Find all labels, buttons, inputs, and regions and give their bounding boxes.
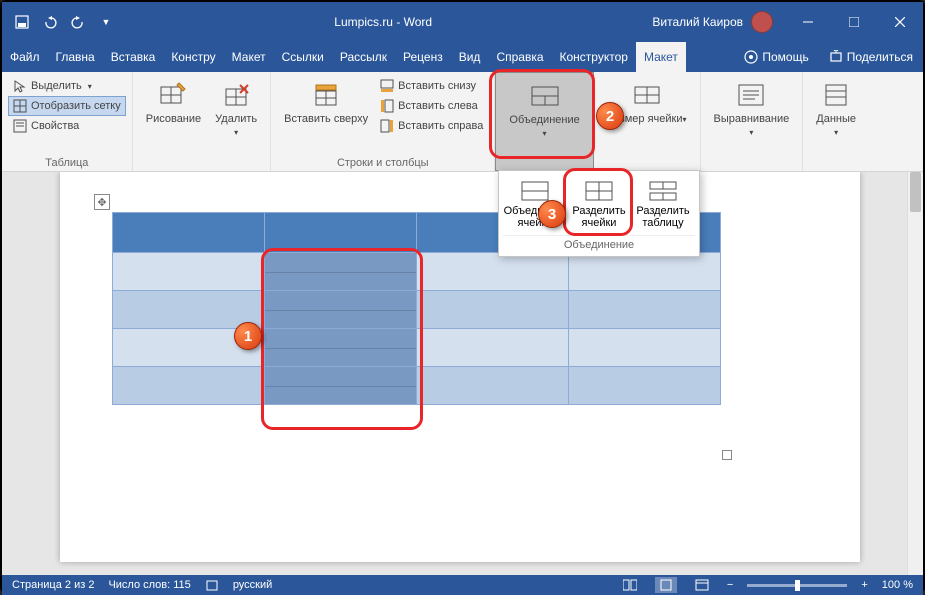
merge-dropdown-button[interactable]: Объединение▾ <box>502 77 586 154</box>
document-area: ✥ 1 <box>2 172 923 575</box>
group-data: Данные▾ <box>803 72 869 171</box>
redo-icon[interactable] <box>66 10 90 34</box>
statusbar: Страница 2 из 2 Число слов: 115 русский … <box>2 575 923 595</box>
tab-file[interactable]: Файл <box>2 42 48 72</box>
delete-button[interactable]: Удалить▾ <box>208 76 264 155</box>
zoom-slider[interactable] <box>747 584 847 587</box>
table-row <box>113 253 721 291</box>
group-draw: Рисование Удалить▾ Рисование <box>133 72 271 171</box>
tab-table-layout[interactable]: Макет <box>636 42 686 72</box>
table-resize-handle[interactable] <box>722 450 732 460</box>
titlebar: ▼ Lumpics.ru - Word Виталий Каиров <box>2 2 923 42</box>
save-icon[interactable] <box>10 10 34 34</box>
ribbon: Выделить▾ Отобразить сетку Свойства Табл… <box>2 72 923 172</box>
table-row <box>113 329 721 367</box>
read-mode-icon[interactable] <box>619 577 641 593</box>
maximize-button[interactable] <box>831 2 877 42</box>
proofing-icon[interactable] <box>205 578 219 592</box>
tab-table-design[interactable]: Конструктор <box>552 42 636 72</box>
table-row <box>113 367 721 405</box>
tab-layout[interactable]: Макет <box>224 42 274 72</box>
tab-insert[interactable]: Вставка <box>103 42 164 72</box>
insert-left-button[interactable]: Вставить слева <box>375 96 488 116</box>
table-move-handle[interactable]: ✥ <box>94 194 110 210</box>
group-alignment: Выравнивание▾ <box>701 72 804 171</box>
avatar[interactable] <box>751 11 773 33</box>
insert-right-button[interactable]: Вставить справа <box>375 116 488 136</box>
tab-view[interactable]: Вид <box>451 42 489 72</box>
qat-dropdown-icon[interactable]: ▼ <box>94 10 118 34</box>
status-language[interactable]: русский <box>233 579 272 591</box>
marker-2: 2 <box>596 102 624 130</box>
table-row <box>113 291 721 329</box>
tell-me[interactable]: Помощь <box>734 42 818 72</box>
group-table: Выделить▾ Отобразить сетку Свойства Табл… <box>2 72 133 171</box>
alignment-button[interactable]: Выравнивание▾ <box>707 76 797 155</box>
minimize-button[interactable] <box>785 2 831 42</box>
web-layout-icon[interactable] <box>691 577 713 593</box>
view-gridlines-button[interactable]: Отобразить сетку <box>8 96 126 116</box>
dropdown-group-label: Объединение <box>503 235 695 252</box>
marker-1: 1 <box>234 322 262 350</box>
window-title: Lumpics.ru - Word <box>126 15 640 29</box>
tab-home[interactable]: Главна <box>48 42 103 72</box>
close-button[interactable] <box>877 2 923 42</box>
ribbon-tabs: Файл Главна Вставка Констру Макет Ссылки… <box>2 42 923 72</box>
group-merge: Объединение▾ <box>495 72 593 171</box>
merge-dropdown: Объединить ячейки Разделить ячейки Разде… <box>498 170 700 257</box>
insert-below-button[interactable]: Вставить снизу <box>375 76 488 96</box>
tab-review[interactable]: Реценз <box>395 42 451 72</box>
share-button[interactable]: Поделиться <box>819 42 923 72</box>
properties-button[interactable]: Свойства <box>8 116 126 136</box>
draw-table-button[interactable]: Рисование <box>139 76 208 155</box>
status-words[interactable]: Число слов: 115 <box>108 579 190 591</box>
print-layout-icon[interactable] <box>655 577 677 593</box>
zoom-out-button[interactable]: − <box>727 579 733 591</box>
zoom-in-button[interactable]: + <box>861 579 867 591</box>
insert-above-button[interactable]: Вставить сверху <box>277 76 375 155</box>
marker-3: 3 <box>538 200 566 228</box>
split-cells-button[interactable]: Разделить ячейки <box>567 175 631 233</box>
split-table-button[interactable]: Разделить таблицу <box>631 175 695 233</box>
select-button[interactable]: Выделить▾ <box>8 76 126 96</box>
group-rows-columns: Вставить сверху Вставить снизу Вставить … <box>271 72 495 171</box>
undo-icon[interactable] <box>38 10 62 34</box>
user-name[interactable]: Виталий Каиров <box>652 15 743 29</box>
data-button[interactable]: Данные▾ <box>809 76 863 155</box>
tab-design[interactable]: Констру <box>163 42 223 72</box>
zoom-level[interactable]: 100 % <box>882 579 913 591</box>
status-page[interactable]: Страница 2 из 2 <box>12 579 94 591</box>
tab-help[interactable]: Справка <box>488 42 551 72</box>
tab-mailings[interactable]: Рассылк <box>332 42 395 72</box>
vertical-scrollbar[interactable] <box>907 172 923 575</box>
tab-references[interactable]: Ссылки <box>274 42 332 72</box>
